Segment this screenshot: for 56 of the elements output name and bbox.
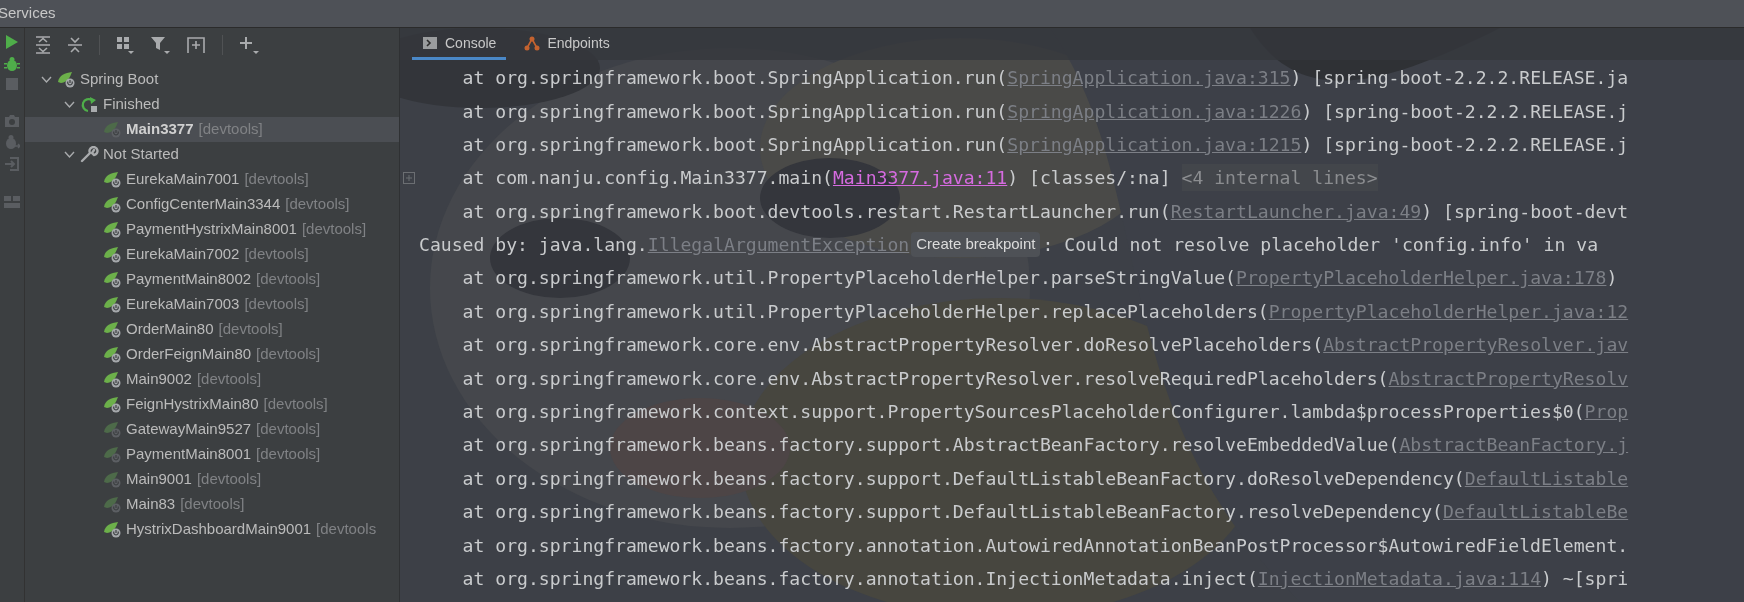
tree-row[interactable]: OrderFeignMain80 [devtools] [25, 342, 399, 367]
console-line: at org.springframework.beans.factory.support.AbstractBeanFactory.resolveEmbeddedValue(AbstractBeanFactory.j [419, 431, 1629, 459]
console-line: at org.springframework.beans.factory.support.DefaultListableBeanFactory.doResolveDependency(DefaultListable [419, 464, 1629, 492]
tab[interactable]: Console [412, 29, 507, 60]
console-line: at org.springframework.context.support.PropertySourcesPlaceholderConfigurer.lambda$processProperties$0(Prop [419, 398, 1629, 426]
console-line: at org.springframework.util.PropertyPlaceholderHelper.parseStringValue(PropertyPlaceholderHelper.java:178) [419, 264, 1618, 292]
tree-row[interactable]: GatewayMain9527 [devtools] [25, 417, 399, 442]
tree-row[interactable]: PaymentMain8001 [devtools] [25, 442, 399, 467]
collapse-all-icon[interactable] [67, 36, 83, 54]
tree-group-label[interactable]: Finished [103, 93, 160, 116]
bug-icon[interactable] [4, 56, 20, 72]
tooltip[interactable]: Create breakpoint [911, 232, 1041, 257]
console-line: at org.springframework.boot.SpringApplication.run(SpringApplication.java:315) [spring-boot-2.2.2.RELEASE.ja [419, 64, 1629, 92]
tree-row[interactable]: EurekaMain7001 [devtools] [25, 167, 399, 192]
console-line: at org.springframework.boot.SpringApplication.run(SpringApplication.java:1215) [spring-boot-2.2.2.RELEASE.j [419, 130, 1629, 159]
tree-row[interactable]: Main9002 [devtools] [25, 367, 399, 392]
run-icon[interactable] [5, 34, 19, 50]
tab[interactable]: Endpoints [514, 29, 620, 60]
group-icon[interactable] [116, 36, 134, 54]
expand-fold-icon[interactable] [403, 171, 415, 184]
source-link[interactable]: Main3377.java:11 [832, 164, 1008, 192]
console-line: at org.springframework.core.env.AbstractPropertyResolver.doResolvePlaceholders(AbstractPropertyResolver.jav [419, 331, 1629, 359]
filter-icon[interactable] [150, 36, 170, 54]
wrench-icon [80, 146, 99, 163]
console-line: at org.springframework.boot.SpringApplication.run(SpringApplication.java:1226) [spring-boot-2.2.2.RELEASE.j [419, 97, 1629, 125]
console-line: at org.springframework.beans.factory.support.DefaultListableBeanFactory.resolveDependency(DefaultListableBe [419, 498, 1629, 526]
console-line: at org.springframework.beans.factory.annotation.AutowiredAnnotationBeanPostProcessor$AutowiredFieldElement. [461, 533, 1629, 558]
tree-group-label[interactable]: Spring Boot [80, 68, 159, 91]
console-line: at com.nanju.config.Main3377.main(Main3377.java:11) [classes/:na] <4 internal lines> [419, 164, 1378, 192]
endpoints-icon [524, 35, 541, 51]
add-icon[interactable] [239, 36, 259, 54]
tree-row[interactable]: Main9001 [devtools] [25, 467, 399, 492]
chevron-down-icon[interactable] [63, 149, 75, 160]
console-line: Caused by: java.lang.IllegalArgumentException Create breakpoint : Could not resolve placeholder 'config.info' in va [419, 231, 1599, 259]
tree-row[interactable]: PaymentMain8002 [devtools] [25, 267, 399, 292]
rerun-icon [80, 96, 99, 113]
console-line: at org.springframework.beans.factory.annotation.InjectionMetadata.inject(InjectionMetadata.java:114) ~[spri [419, 565, 1629, 593]
folded-lines-label[interactable]: <4 internal lines> [1181, 164, 1378, 192]
tree-group-label[interactable]: Not Started [103, 143, 179, 166]
chevron-down-icon[interactable] [40, 74, 52, 85]
console-line: at org.springframework.core.env.AbstractPropertyResolver.resolveRequiredPlaceholders(AbstractPropertyResolv [419, 364, 1629, 392]
console-line: at org.springframework.boot.devtools.restart.RestartLauncher.run(RestartLauncher.java:49) [spring-boot-devt [419, 197, 1629, 225]
leaf-power-icon [57, 71, 76, 88]
chevron-down-icon[interactable] [63, 99, 75, 110]
tree-row[interactable]: ConfigCenterMain3344 [devtools] [25, 192, 399, 217]
tree-row[interactable]: Main83 [devtools] [25, 492, 399, 517]
tree-row[interactable]: EurekaMain7003 [devtools] [25, 292, 399, 317]
tree-row[interactable]: HystrixDashboardMain9001 [devtools [25, 517, 399, 542]
expand-all-icon[interactable] [35, 36, 51, 54]
console-line: at org.springframework.util.PropertyPlaceholderHelper.replacePlaceholders(PropertyPlaceholderHelper.java:12 [419, 297, 1629, 325]
tree-row[interactable]: OrderMain80 [devtools] [25, 317, 399, 342]
add-frame-icon[interactable] [186, 36, 206, 54]
console-icon [422, 35, 438, 51]
tree-row[interactable]: EurekaMain7002 [devtools] [25, 242, 399, 267]
tree-row[interactable]: PaymentHystrixMain8001 [devtools] [25, 217, 399, 242]
tree-row[interactable]: FeignHystrixMain80 [devtools] [25, 392, 399, 417]
